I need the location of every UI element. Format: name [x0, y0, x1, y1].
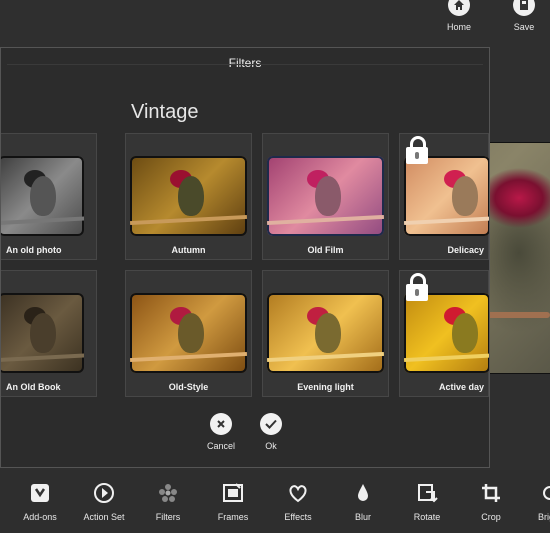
bottom-toolbar: Add-ons Action Set Filters Frames Effect…	[0, 470, 550, 533]
play-icon	[73, 482, 135, 504]
crop-icon	[460, 482, 522, 504]
brightness-icon	[518, 482, 550, 504]
home-label: Home	[446, 22, 471, 32]
lock-icon	[406, 136, 428, 164]
toolbar-label: Effects	[284, 512, 312, 522]
lock-icon	[406, 273, 428, 301]
close-icon	[210, 413, 232, 435]
oldstyle-thumb	[130, 293, 247, 373]
toolbar-action-set[interactable]: Action Set	[73, 482, 135, 522]
toolbar-effects[interactable]: Effects	[267, 482, 329, 522]
toolbar-frames[interactable]: Frames	[202, 482, 264, 522]
oldbook-thumb	[1, 293, 84, 373]
toolbar-label: Crop	[481, 512, 501, 522]
toolbar-rotate[interactable]: Rotate	[396, 482, 458, 522]
cancel-button[interactable]: Cancel	[201, 413, 241, 451]
toolbar-filters[interactable]: Filters	[137, 482, 199, 522]
save-button[interactable]: Save	[502, 0, 546, 32]
toolbar-brightness[interactable]: Brig	[518, 482, 550, 522]
oldfilm-thumb	[267, 156, 384, 236]
filter-label: Active day	[438, 382, 484, 392]
toolbar-crop[interactable]: Crop	[460, 482, 522, 522]
frames-icon	[202, 482, 264, 504]
filter-tile-an-old-book[interactable]: An Old Book	[1, 270, 97, 397]
toolbar-label: Add-ons	[23, 512, 57, 522]
filter-tile-old-style[interactable]: Old-Style	[125, 270, 252, 397]
filter-tile-active-day[interactable]: Active day	[399, 270, 489, 397]
filter-label: An Old Book	[6, 382, 61, 392]
toolbar-label: Frames	[217, 512, 249, 522]
toolbar-add-ons[interactable]: Add-ons	[9, 482, 71, 522]
activeday-thumb	[404, 293, 489, 373]
filters-panel: Vintage An old photo Autumn Old Film Del…	[1, 64, 489, 405]
filter-label: Evening light	[297, 382, 354, 392]
ok-button[interactable]: Ok	[251, 413, 291, 451]
toolbar-blur[interactable]: Blur	[332, 482, 394, 522]
ok-label: Ok	[265, 441, 277, 451]
filter-tile-evening-light[interactable]: Evening light	[262, 270, 389, 397]
filter-label: An old photo	[6, 245, 62, 255]
filter-tile-old-film[interactable]: Old Film	[262, 133, 389, 260]
rotate-icon	[396, 482, 458, 504]
home-button[interactable]: Home	[437, 0, 481, 32]
autumn-thumb	[130, 156, 247, 236]
delicacy-thumb	[404, 156, 489, 236]
drop-icon	[332, 482, 394, 504]
check-icon	[260, 413, 282, 435]
cancel-label: Cancel	[206, 441, 235, 451]
save-icon	[513, 0, 535, 16]
filter-tile-an-old-photo[interactable]: An old photo	[1, 133, 97, 260]
filter-tile-autumn[interactable]: Autumn	[125, 133, 252, 260]
addons-icon	[9, 482, 71, 504]
toolbar-label: Action Set	[83, 512, 125, 522]
toolbar-label: Brig	[538, 512, 550, 522]
category-title: Vintage	[131, 101, 199, 123]
filter-label: Delicacy	[447, 245, 484, 255]
effects-icon	[267, 482, 329, 504]
toolbar-label: Blur	[354, 512, 371, 522]
home-icon	[448, 0, 470, 16]
evening-thumb	[267, 293, 384, 373]
grayscale-thumb	[1, 156, 84, 236]
save-label: Save	[513, 22, 535, 32]
filter-label: Old-Style	[168, 382, 209, 392]
filter-label: Autumn	[171, 245, 206, 255]
filter-tile-delicacy[interactable]: Delicacy	[399, 133, 489, 260]
toolbar-label: Rotate	[413, 512, 441, 522]
filters-dialog: Filters Vintage An old photo Autumn Old …	[0, 47, 490, 468]
filter-label: Old Film	[307, 245, 344, 255]
filters-icon	[137, 482, 199, 504]
toolbar-label: Filters	[155, 512, 181, 522]
